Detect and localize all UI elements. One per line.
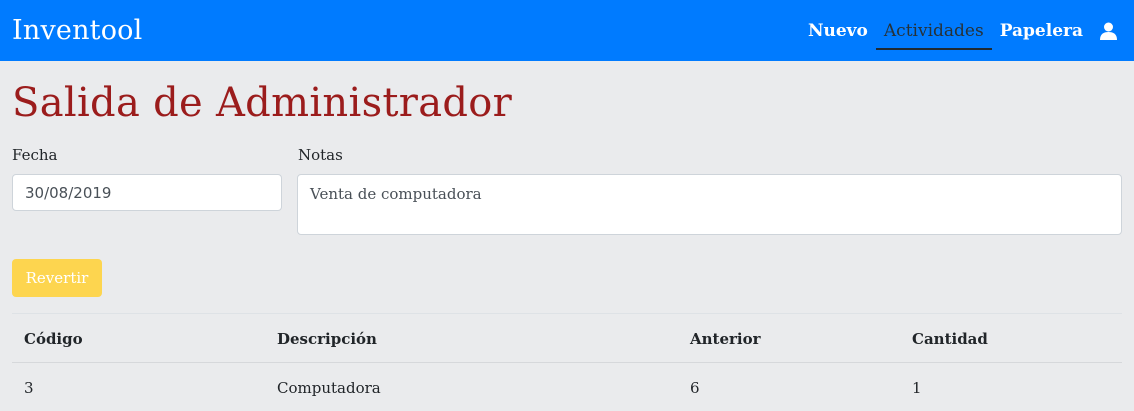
header-anterior: Anterior (690, 330, 761, 348)
nav-link-actividades[interactable]: Actividades (875, 0, 992, 61)
cell-anterior: 6 (690, 379, 700, 397)
nav-link-nuevo[interactable]: Nuevo (800, 0, 876, 61)
table-header-row: Código Descripción Anterior Cantidad (12, 313, 1122, 363)
cell-descripcion: Computadora (277, 379, 381, 397)
notas-textarea[interactable]: Venta de computadora (297, 174, 1122, 235)
top-navbar: Inventool Nuevo Actividades Papelera (0, 0, 1134, 61)
cell-cantidad: 1 (912, 379, 922, 397)
fecha-label: Fecha (12, 146, 58, 164)
header-descripcion: Descripción (277, 330, 377, 348)
header-cantidad: Cantidad (912, 330, 988, 348)
notas-label: Notas (298, 146, 343, 164)
nav-links: Nuevo Actividades Papelera (800, 0, 1121, 61)
fecha-input[interactable]: 30/08/2019 (12, 174, 282, 211)
items-table: Código Descripción Anterior Cantidad 3 C… (12, 313, 1122, 411)
user-icon[interactable] (1095, 0, 1121, 61)
nav-link-papelera[interactable]: Papelera (992, 0, 1091, 61)
table-row: 3 Computadora 6 1 (12, 363, 1122, 411)
header-codigo: Código (24, 330, 83, 348)
cell-codigo: 3 (24, 379, 34, 397)
brand-logo[interactable]: Inventool (12, 15, 142, 46)
revertir-button[interactable]: Revertir (12, 259, 102, 297)
page-title: Salida de Administrador (12, 80, 513, 126)
